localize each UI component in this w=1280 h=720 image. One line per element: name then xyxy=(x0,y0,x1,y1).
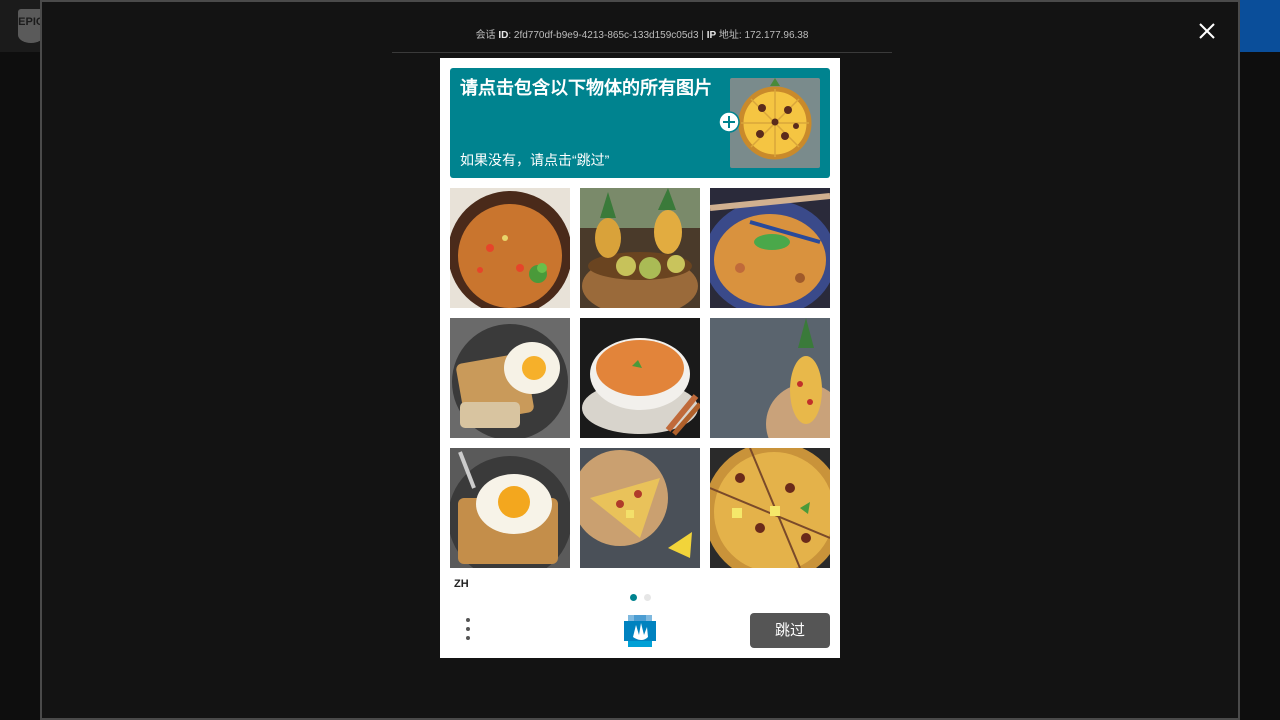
tile-pineapple-slice[interactable] xyxy=(710,318,830,438)
session-id-value: 2fd770df-b9e9-4213-865c-133d159c05d3 xyxy=(513,30,699,41)
page-dot xyxy=(644,594,652,601)
session-id-label: ID xyxy=(498,30,509,41)
close-icon[interactable] xyxy=(1196,20,1218,42)
example-image-pineapple-pizza xyxy=(730,78,820,168)
tile-soup-with-chopsticks[interactable] xyxy=(710,188,830,308)
skip-button[interactable]: 跳过 xyxy=(750,613,830,648)
session-separator: | xyxy=(701,30,704,41)
image-grid xyxy=(450,188,830,568)
prompt-title: 请点击包含以下物体的所有图片 xyxy=(460,78,712,98)
page-dot-active xyxy=(630,594,637,601)
ip-suffix: 地址 xyxy=(718,30,739,41)
tile-egg-toast-fork[interactable] xyxy=(450,448,570,568)
tile-vegetable-soup-bowl[interactable] xyxy=(450,188,570,308)
zoom-plus-icon[interactable] xyxy=(718,111,740,133)
tile-pineapple-pizza[interactable] xyxy=(710,448,830,568)
ip-value: 172.177.96.38 xyxy=(744,30,809,41)
background-action-button xyxy=(1238,0,1280,52)
hcaptcha-logo-icon xyxy=(624,615,656,647)
hcaptcha-widget: 请点击包含以下物体的所有图片 如果没有，请点击“跳过” ZH 跳过 xyxy=(440,58,840,658)
challenge-prompt: 请点击包含以下物体的所有图片 如果没有，请点击“跳过” xyxy=(450,68,830,178)
tile-pineapple-basket[interactable] xyxy=(580,188,700,308)
session-id-prefix: 会话 xyxy=(475,30,496,41)
page-indicator xyxy=(630,588,654,606)
prompt-subtitle: 如果没有，请点击“跳过” xyxy=(460,152,610,168)
language-selector[interactable]: ZH xyxy=(454,578,469,590)
session-info: 会话 ID: 2fd770df-b9e9-4213-865c-133d159c0… xyxy=(392,28,892,53)
ip-label: IP xyxy=(706,30,717,41)
tile-egg-on-toast[interactable] xyxy=(450,318,570,438)
menu-more-icon[interactable] xyxy=(462,618,474,644)
tile-pineapple-pizza-slice[interactable] xyxy=(580,448,700,568)
tile-orange-soup-bowl[interactable] xyxy=(580,318,700,438)
